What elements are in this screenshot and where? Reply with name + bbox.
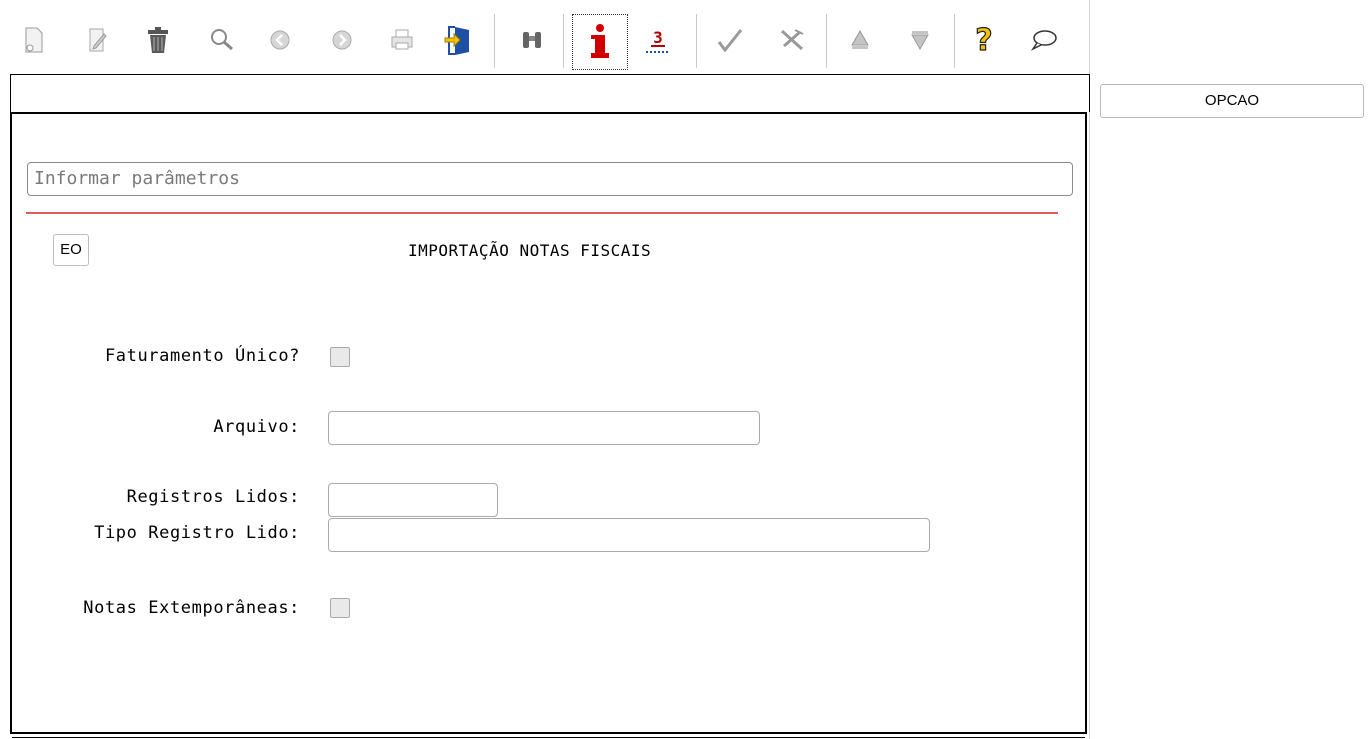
search-magnifier-icon[interactable] xyxy=(204,20,240,60)
tipo-registro-lido-label: Tipo Registro Lido: xyxy=(94,523,300,543)
toolbar-separator xyxy=(563,14,564,68)
faturamento-unico-label: Faturamento Único? xyxy=(104,346,300,366)
main-form-panel: Informar parâmetros EO IMPORTAÇÃO NOTAS … xyxy=(10,112,1087,738)
faturamento-unico-checkbox[interactable] xyxy=(330,347,350,367)
info-icon[interactable] xyxy=(572,14,628,70)
arquivo-label: Arquivo: xyxy=(213,417,300,437)
top-strip xyxy=(10,74,1090,112)
count-records-icon[interactable]: 3 xyxy=(640,20,676,60)
arquivo-input[interactable] xyxy=(328,411,760,445)
toolbar-separator xyxy=(826,14,827,68)
cancel-icon[interactable] xyxy=(774,20,810,60)
print-icon[interactable] xyxy=(384,20,420,60)
edit-icon[interactable] xyxy=(80,20,116,60)
toolbar-separator xyxy=(696,14,697,68)
navigate-down-icon[interactable] xyxy=(902,20,938,60)
exit-door-icon[interactable] xyxy=(440,20,476,60)
registros-lidos-input[interactable] xyxy=(328,483,498,517)
next-record-icon[interactable] xyxy=(324,20,360,60)
svg-text:?: ? xyxy=(975,23,992,57)
new-document-icon[interactable] xyxy=(16,20,52,60)
page-title: IMPORTAÇÃO NOTAS FISCAIS xyxy=(408,241,652,260)
info-parameters-bar[interactable]: Informar parâmetros xyxy=(27,162,1073,196)
toolbar-separator xyxy=(954,14,955,68)
registros-lidos-label: Registros Lidos: xyxy=(126,487,300,507)
eo-button[interactable]: EO xyxy=(53,234,89,266)
red-divider xyxy=(26,212,1058,214)
delete-trash-icon[interactable] xyxy=(140,20,176,60)
toolbar: 3 ? xyxy=(10,0,1088,74)
previous-record-icon[interactable] xyxy=(262,20,298,60)
confirm-check-icon[interactable] xyxy=(712,20,748,60)
opcao-button[interactable]: OPCAO xyxy=(1100,84,1364,118)
count-digit: 3 xyxy=(653,28,663,47)
help-question-icon[interactable]: ? xyxy=(966,20,1002,60)
navigate-up-icon[interactable] xyxy=(842,20,878,60)
notas-extemporaneas-checkbox[interactable] xyxy=(330,598,350,618)
comment-bubble-icon[interactable] xyxy=(1026,20,1062,60)
tipo-registro-lido-input[interactable] xyxy=(328,518,930,552)
notas-extemporaneas-label: Notas Extemporâneas: xyxy=(83,598,300,618)
binoculars-icon[interactable] xyxy=(514,20,550,60)
toolbar-separator xyxy=(494,14,495,68)
